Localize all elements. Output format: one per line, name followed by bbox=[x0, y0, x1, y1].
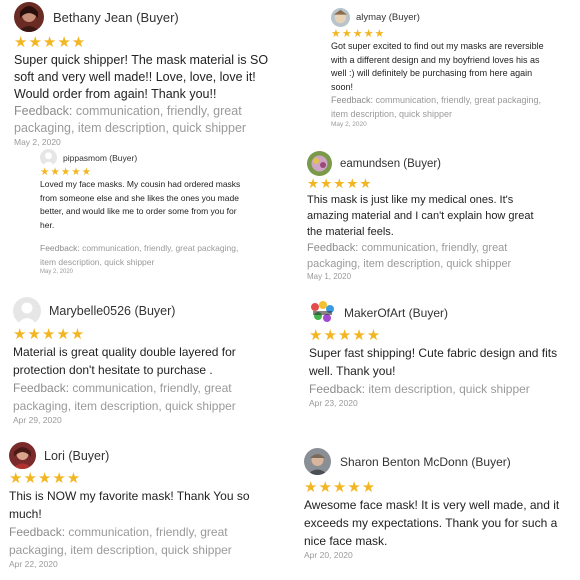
reviewer-name[interactable]: Marybelle0526 (Buyer) bbox=[49, 304, 175, 318]
review-card: Marybelle0526 (Buyer) ★★★★★ Material is … bbox=[13, 297, 279, 426]
review-date: May 1, 2020 bbox=[307, 272, 352, 281]
review-feedback: Feedback: communication, friendly, great… bbox=[13, 379, 279, 415]
star-rating: ★★★★★ bbox=[14, 34, 87, 51]
review-feedback: Feedback: communication, friendly, great… bbox=[40, 242, 250, 269]
review-card: Lori (Buyer) ★★★★★ This is NOW my favori… bbox=[9, 442, 285, 570]
reviewer-name[interactable]: eamundsen (Buyer) bbox=[340, 158, 441, 170]
review-card: Bethany Jean (Buyer) ★★★★★ Super quick s… bbox=[14, 2, 280, 147]
review-text: Loved my face masks. My cousin had order… bbox=[40, 179, 241, 230]
feedback-label: Feedback: bbox=[309, 382, 366, 396]
review-date: Apr 23, 2020 bbox=[309, 398, 358, 408]
review-feedback: Feedback: item description, quick shippe… bbox=[309, 380, 579, 398]
review-text: This mask is just like my medical ones. … bbox=[307, 194, 534, 238]
avatar[interactable] bbox=[307, 151, 332, 176]
reviewer-name[interactable]: Lori (Buyer) bbox=[44, 449, 109, 463]
review-date: Apr 22, 2020 bbox=[9, 559, 58, 569]
review-text: Got super excited to find out my masks a… bbox=[331, 41, 544, 92]
review-text: Material is great quality double layered… bbox=[13, 345, 236, 377]
avatar[interactable] bbox=[304, 448, 331, 475]
review-card: alymay (Buyer) ★★★★★ Got super excited t… bbox=[331, 8, 549, 129]
review-text: This is NOW my favorite mask! Thank You … bbox=[9, 489, 250, 521]
feedback-label: Feedback: bbox=[331, 95, 374, 105]
review-date: Apr 20, 2020 bbox=[304, 550, 353, 560]
review-text: Super quick shipper! The mask material i… bbox=[14, 53, 269, 101]
reviewer-name[interactable]: Bethany Jean (Buyer) bbox=[53, 10, 179, 25]
review-date: May 2, 2020 bbox=[331, 121, 367, 128]
feedback-label: Feedback: bbox=[13, 381, 70, 395]
review-feedback: Feedback: communication, friendly, great… bbox=[331, 94, 549, 121]
avatar[interactable] bbox=[9, 442, 36, 469]
review-card: Sharon Benton McDonn (Buyer) ★★★★★ Aweso… bbox=[304, 448, 576, 561]
reviewer-name[interactable]: pippasmom (Buyer) bbox=[63, 153, 137, 163]
reviewer-name[interactable]: Sharon Benton McDonn (Buyer) bbox=[340, 455, 511, 469]
avatar[interactable] bbox=[14, 2, 44, 32]
star-rating: ★★★★★ bbox=[304, 479, 377, 496]
avatar[interactable] bbox=[13, 297, 41, 325]
review-text: Super fast shipping! Cute fabric design … bbox=[309, 346, 558, 378]
avatar[interactable] bbox=[40, 149, 57, 166]
review-card: eamundsen (Buyer) ★★★★★ This mask is jus… bbox=[307, 151, 547, 282]
feedback-label: Feedback: bbox=[40, 243, 80, 253]
star-rating: ★★★★★ bbox=[40, 166, 93, 178]
review-date: May 2, 2020 bbox=[40, 269, 74, 275]
feedback-tags: item description, quick shipper bbox=[368, 382, 530, 396]
star-rating: ★★★★★ bbox=[307, 176, 373, 191]
reviewer-name[interactable]: alymay (Buyer) bbox=[356, 12, 420, 23]
avatar[interactable] bbox=[331, 8, 350, 27]
star-rating: ★★★★★ bbox=[9, 470, 82, 487]
review-date: Apr 29, 2020 bbox=[13, 415, 62, 425]
avatar[interactable] bbox=[309, 299, 336, 326]
review-feedback: Feedback: communication, friendly, great… bbox=[307, 240, 547, 272]
review-card: MakerOfArt (Buyer) ★★★★★ Super fast ship… bbox=[309, 299, 579, 409]
reviewer-name[interactable]: MakerOfArt (Buyer) bbox=[344, 306, 448, 320]
star-rating: ★★★★★ bbox=[331, 28, 386, 40]
review-date: May 2, 2020 bbox=[14, 137, 61, 147]
feedback-label: Feedback: bbox=[9, 525, 66, 539]
review-text: Awesome face mask! It is very well made,… bbox=[304, 498, 560, 548]
review-feedback: Feedback: communication, friendly, great… bbox=[14, 103, 280, 137]
star-rating: ★★★★★ bbox=[13, 326, 86, 343]
feedback-label: Feedback: bbox=[14, 104, 73, 118]
star-rating: ★★★★★ bbox=[309, 327, 382, 344]
review-feedback: Feedback: communication, friendly, great… bbox=[9, 523, 285, 559]
review-card: pippasmom (Buyer) ★★★★★ Loved my face ma… bbox=[40, 149, 250, 276]
feedback-label: Feedback: bbox=[307, 242, 359, 254]
